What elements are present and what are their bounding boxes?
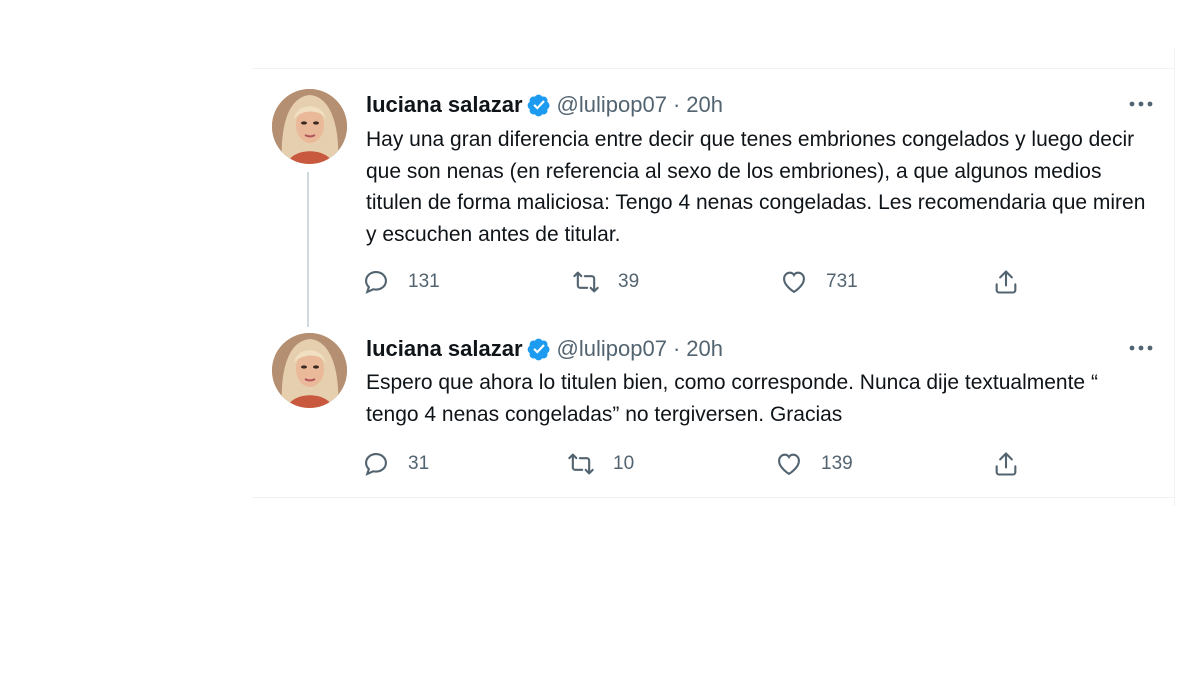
- reply-count: 131: [408, 271, 440, 292]
- author-handle[interactable]: @lulipop07: [557, 92, 667, 118]
- retweet-button[interactable]: 10: [567, 448, 634, 480]
- tweet[interactable]: luciana salazar @lulipop07 · 20h Espero …: [252, 318, 1174, 498]
- share-button[interactable]: [992, 448, 1020, 480]
- avatar[interactable]: [272, 89, 347, 164]
- tweet-header: luciana salazar @lulipop07 · 20h: [366, 334, 723, 364]
- retweet-icon: [568, 453, 594, 475]
- tweet-actions: 131 39 731: [362, 266, 1174, 298]
- like-count: 731: [826, 271, 858, 292]
- retweet-count: 10: [613, 453, 635, 474]
- retweet-count: 39: [618, 271, 640, 292]
- share-icon: [995, 270, 1017, 294]
- reply-icon: [365, 453, 387, 476]
- tweet[interactable]: luciana salazar @lulipop07 · 20h Hay una…: [252, 68, 1174, 318]
- author-name[interactable]: luciana salazar: [366, 92, 523, 118]
- avatar[interactable]: [272, 333, 347, 408]
- share-icon: [995, 452, 1017, 476]
- reply-button[interactable]: 31: [362, 448, 429, 480]
- timestamp[interactable]: 20h: [686, 336, 723, 362]
- timestamp[interactable]: 20h: [686, 92, 723, 118]
- heart-icon: [783, 271, 805, 294]
- tweet-actions: 31 10 139: [362, 448, 1174, 480]
- retweet-icon: [573, 271, 599, 293]
- reply-icon: [365, 271, 387, 294]
- like-count: 139: [821, 453, 853, 474]
- reply-count: 31: [408, 453, 430, 474]
- like-button[interactable]: 139: [775, 448, 853, 480]
- separator: ·: [672, 336, 681, 361]
- more-options-icon[interactable]: [1126, 338, 1156, 358]
- tweet-header: luciana salazar @lulipop07 · 20h: [366, 90, 723, 120]
- reply-button[interactable]: 131: [362, 266, 440, 298]
- tweet-text: Espero que ahora lo titulen bien, como c…: [366, 371, 1098, 426]
- like-button[interactable]: 731: [780, 266, 858, 298]
- heart-icon: [778, 453, 800, 476]
- author-name[interactable]: luciana salazar: [366, 336, 523, 362]
- verified-badge-icon: [527, 93, 551, 117]
- separator: ·: [672, 92, 681, 117]
- more-options-icon[interactable]: [1126, 94, 1156, 114]
- verified-badge-icon: [527, 337, 551, 361]
- retweet-button[interactable]: 39: [572, 266, 639, 298]
- author-handle[interactable]: @lulipop07: [557, 336, 667, 362]
- card-right-border: [1174, 48, 1175, 506]
- share-button[interactable]: [992, 266, 1020, 298]
- tweet-text: Hay una gran diferencia entre decir que …: [366, 128, 1146, 246]
